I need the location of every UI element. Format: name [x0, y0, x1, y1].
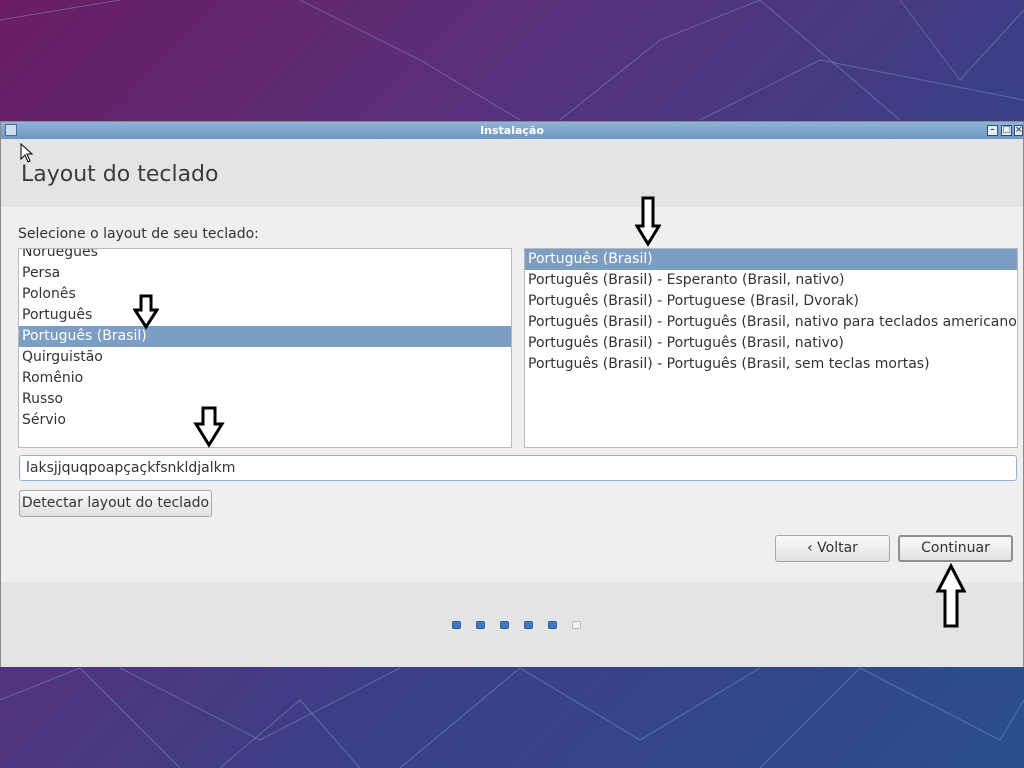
layout-list-item[interactable]: Persa: [19, 263, 511, 284]
keyboard-test-input[interactable]: laksjjquqpoapçaçkfsnkldjalkm: [19, 455, 1017, 481]
installer-window: Instalação – □ × Layout do teclado Selec…: [0, 121, 1024, 667]
variant-list-item[interactable]: Português (Brasil) - Portuguese (Brasil,…: [525, 291, 1017, 312]
layout-list-item[interactable]: Sérvio: [19, 410, 511, 431]
page-title: Layout do teclado: [21, 162, 219, 187]
step-indicator-dot: [524, 621, 533, 629]
back-button-label: Voltar: [817, 540, 858, 556]
continue-button[interactable]: Continuar: [898, 535, 1013, 562]
maximize-icon[interactable]: □: [1001, 125, 1012, 136]
layout-list-item[interactable]: Romênio: [19, 368, 511, 389]
back-button[interactable]: ‹ Voltar: [775, 535, 890, 562]
window-titlebar[interactable]: Instalação – □ ×: [1, 122, 1023, 139]
continue-button-label: Continuar: [921, 540, 990, 556]
close-icon[interactable]: ×: [1014, 125, 1023, 136]
minimize-icon[interactable]: –: [987, 125, 998, 136]
down-arrow-annotation-icon: [193, 406, 225, 448]
step-indicator-dot: [572, 621, 581, 629]
step-indicator-dot: [548, 621, 557, 629]
step-indicator-dot: [500, 621, 509, 629]
layout-list-label: Selecione o layout de seu teclado:: [18, 226, 259, 242]
variant-list-item[interactable]: Português (Brasil) - Português (Brasil, …: [525, 312, 1017, 333]
layout-list-item[interactable]: Português: [19, 305, 511, 326]
layout-list[interactable]: Norueguês Persa Polonês Português Português …: [18, 248, 512, 448]
variant-list-item[interactable]: Português (Brasil) - Esperanto (Brasil, …: [525, 270, 1017, 291]
detect-layout-label: Detectar layout do teclado: [21, 495, 210, 511]
footer-area: [1, 582, 1023, 667]
variant-list[interactable]: Português (Brasil) Português (Brasil) - E…: [524, 248, 1018, 448]
step-indicator-dot: [452, 621, 461, 629]
down-arrow-annotation-icon: [635, 196, 661, 247]
window-title: Instalação: [480, 124, 544, 137]
variant-list-item[interactable]: Português (Brasil): [525, 249, 1017, 270]
step-indicator-dot: [476, 621, 485, 629]
layout-list-item[interactable]: Norueguês: [19, 249, 511, 263]
chevron-left-icon: ‹: [807, 540, 813, 556]
variant-list-item[interactable]: Português (Brasil) - Português (Brasil, …: [525, 333, 1017, 354]
mouse-cursor-icon: [20, 143, 34, 163]
detect-layout-button[interactable]: Detectar layout do teclado: [19, 490, 212, 517]
variant-list-item[interactable]: Português (Brasil) - Português (Brasil, …: [525, 354, 1017, 375]
down-arrow-annotation-icon: [133, 294, 159, 330]
layout-list-item[interactable]: Português (Brasil): [19, 326, 511, 347]
layout-list-item[interactable]: Polonês: [19, 284, 511, 305]
layout-list-item[interactable]: Russo: [19, 389, 511, 410]
layout-list-item[interactable]: Quirguistão: [19, 347, 511, 368]
up-arrow-annotation-icon: [935, 563, 967, 628]
